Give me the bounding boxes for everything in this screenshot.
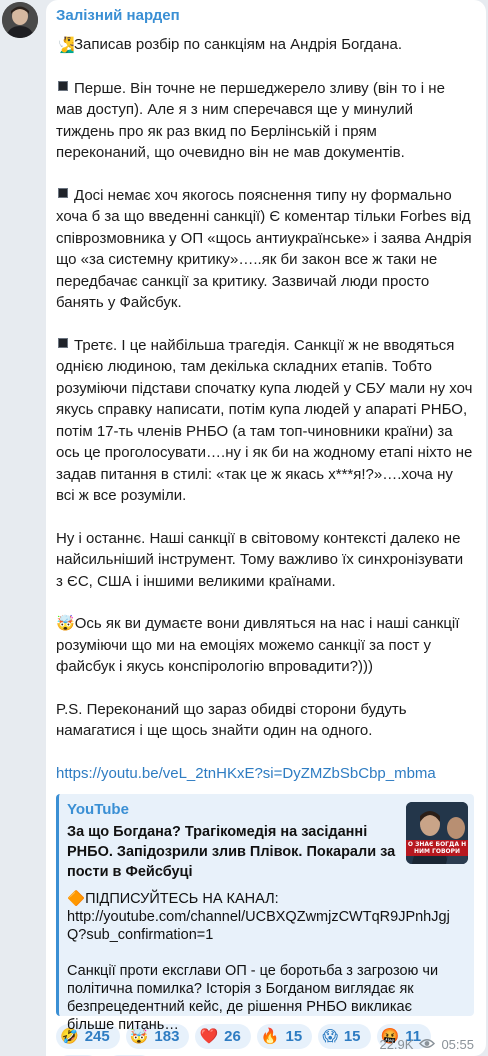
message-bubble: Залізний нардеп 🧏‍♂️Записав розбір по са…	[46, 0, 486, 1056]
telegram-post: Залізний нардеп 🧏‍♂️Записав розбір по са…	[0, 0, 488, 1056]
thumbnail-caption: О ЗНАЄ БОГДА Н НИМ ГОВОРИ	[407, 840, 467, 855]
black-square-icon	[58, 187, 68, 198]
paragraph-ps: P.S. Переконаний що зараз обидві сторони…	[56, 700, 407, 740]
eye-icon	[419, 1037, 436, 1052]
orange-diamond-icon: 🔶	[67, 890, 86, 907]
view-count: 22.9K	[379, 1037, 414, 1052]
channel-avatar[interactable]	[2, 2, 38, 38]
preview-title: За що Богдана? Трагікомедія на засіданні…	[67, 823, 396, 880]
preview-thumbnail[interactable]: О ЗНАЄ БОГДА Н НИМ ГОВОРИ	[406, 801, 468, 864]
channel-name[interactable]: Залізний нардеп	[56, 6, 474, 26]
paragraph-first: Перше. Він точне не першеджерело зливу (…	[56, 79, 445, 162]
paragraph-last: Ну і останнє. Наші санкції в світовому к…	[56, 529, 464, 590]
link-preview[interactable]: YouTube За що Богдана? Трагікомедія на з…	[56, 793, 474, 1033]
black-square-icon	[58, 337, 68, 348]
exploding-head-emoji: 🤯	[56, 615, 75, 632]
paragraph-second: Досі немає хоч якогось пояснення типу ну…	[56, 186, 472, 312]
paragraph-intro: 🧏‍♂️Записав розбір по санкціям на Андрія…	[56, 34, 474, 57]
black-square-icon	[58, 80, 68, 91]
preview-description: 🔶ПІДПИСУЙТЕСЬ НА КАНАЛ: http://youtube.c…	[67, 890, 450, 1033]
post-time: 05:55	[441, 1037, 474, 1052]
avatar-photo	[2, 2, 38, 38]
person-shushing-emoji: 🧏‍♂️	[56, 37, 75, 54]
message-meta: 22.9K 05:55	[379, 1037, 474, 1052]
paragraph-third: Третє. І це найбільша трагедія. Санкції …	[56, 336, 473, 505]
paragraph-question: 🤯Ось як ви думаєте вони дивляться на нас…	[56, 615, 460, 675]
youtube-link[interactable]: https://youtu.be/veL_2tnHKxE?si=DyZMZbSb…	[56, 763, 474, 784]
